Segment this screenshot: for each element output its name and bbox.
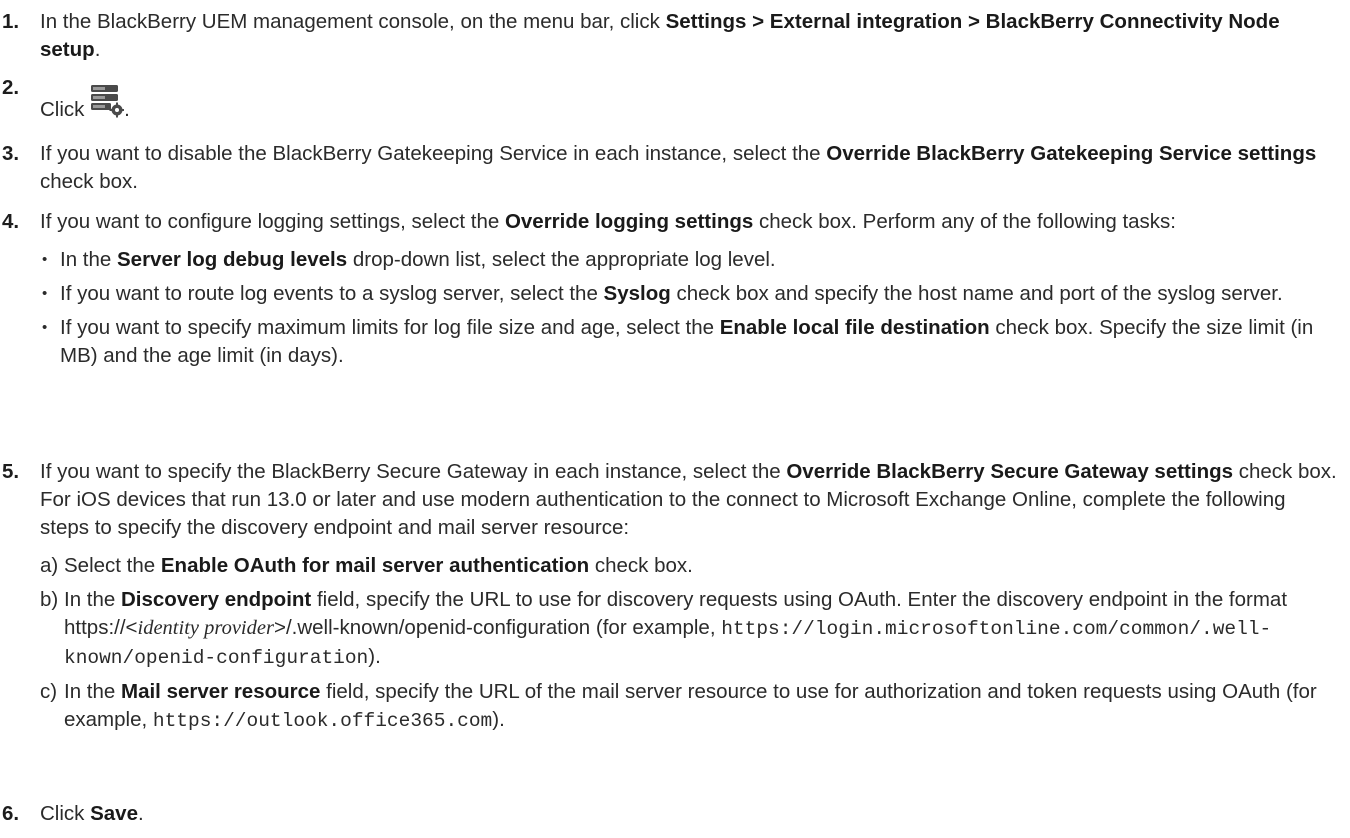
step-1-text: In the BlackBerry UEM management console… <box>40 10 1280 61</box>
step-number: 3. <box>2 142 20 165</box>
step-6: 6. Click Save. <box>0 800 1338 828</box>
step-2-text: Click . <box>40 84 1338 124</box>
step-number: 4. <box>2 210 20 233</box>
step-number: 6. <box>2 802 20 825</box>
list-item: If you want to route log events to a sys… <box>40 280 1338 308</box>
checkbox-name: Override BlackBerry Gatekeeping Service … <box>826 142 1317 165</box>
step-number: 2. <box>2 76 20 99</box>
substep-c: c) In the Mail server resource field, spe… <box>40 680 1317 732</box>
save-label: Save <box>90 802 138 825</box>
step-3-text: If you want to disable the BlackBerry Ga… <box>40 142 1317 193</box>
task-list: In the Server log debug levels drop-down… <box>40 246 1338 370</box>
step-5: 5. If you want to specify the BlackBerry… <box>0 458 1338 741</box>
example-url: https://outlook.office365.com <box>152 710 493 732</box>
list-item: If you want to specify maximum limits fo… <box>40 314 1338 370</box>
substep-b: b) In the Discovery endpoint field, speci… <box>40 588 1288 669</box>
step-3: 3. If you want to disable the BlackBerry… <box>0 140 1338 196</box>
step-number: 5. <box>2 460 20 483</box>
substep-list: a) Select the Enable OAuth for mail serve… <box>40 552 1338 735</box>
step-4: 4. If you want to configure logging sett… <box>0 208 1338 376</box>
step-1: 1. In the BlackBerry UEM management cons… <box>0 8 1338 64</box>
server-settings-icon[interactable] <box>90 84 125 118</box>
step-number: 1. <box>2 10 20 33</box>
checkbox-name: Override BlackBerry Secure Gateway setti… <box>786 460 1234 483</box>
checkbox-name: Override logging settings <box>504 210 754 233</box>
step-2: 2. Click . <box>0 76 1338 124</box>
list-item: In the Server log debug levels drop-down… <box>40 246 1338 274</box>
procedure-document: 1. In the BlackBerry UEM management cons… <box>0 0 1350 838</box>
step-6-text: Click Save. <box>40 802 144 825</box>
step-5-text: If you want to specify the BlackBerry Se… <box>40 460 1337 539</box>
step-4-text: If you want to configure logging setting… <box>40 210 1176 233</box>
substep-a: a) Select the Enable OAuth for mail serve… <box>40 554 693 577</box>
